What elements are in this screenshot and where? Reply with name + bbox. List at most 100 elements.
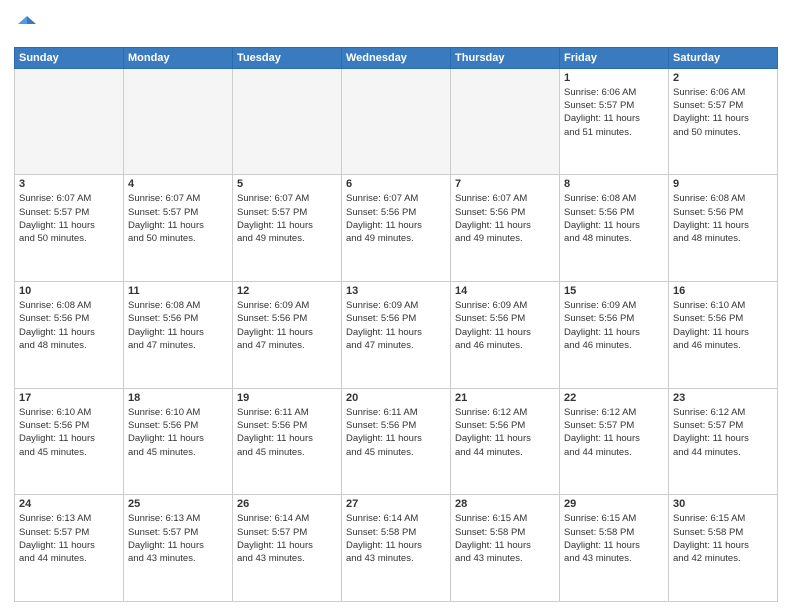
day-info: Sunrise: 6:15 AMSunset: 5:58 PMDaylight:… — [564, 512, 664, 565]
logo — [14, 10, 38, 41]
calendar-cell: 26 Sunrise: 6:14 AMSunset: 5:57 PMDayligh… — [233, 495, 342, 602]
weekday-header: Wednesday — [342, 47, 451, 68]
day-number: 23 — [673, 392, 773, 404]
calendar-cell — [233, 68, 342, 175]
calendar-cell: 5 Sunrise: 6:07 AMSunset: 5:57 PMDaylight… — [233, 175, 342, 282]
calendar-cell: 20 Sunrise: 6:11 AMSunset: 5:56 PMDayligh… — [342, 388, 451, 495]
day-info: Sunrise: 6:13 AMSunset: 5:57 PMDaylight:… — [19, 512, 119, 565]
day-number: 27 — [346, 498, 446, 510]
day-info: Sunrise: 6:08 AMSunset: 5:56 PMDaylight:… — [19, 299, 119, 352]
calendar-cell: 13 Sunrise: 6:09 AMSunset: 5:56 PMDayligh… — [342, 282, 451, 389]
day-info: Sunrise: 6:08 AMSunset: 5:56 PMDaylight:… — [673, 192, 773, 245]
calendar-cell: 8 Sunrise: 6:08 AMSunset: 5:56 PMDaylight… — [560, 175, 669, 282]
calendar-cell — [124, 68, 233, 175]
day-info: Sunrise: 6:12 AMSunset: 5:56 PMDaylight:… — [455, 406, 555, 459]
day-info: Sunrise: 6:12 AMSunset: 5:57 PMDaylight:… — [673, 406, 773, 459]
day-info: Sunrise: 6:07 AMSunset: 5:57 PMDaylight:… — [19, 192, 119, 245]
day-number: 13 — [346, 285, 446, 297]
day-info: Sunrise: 6:06 AMSunset: 5:57 PMDaylight:… — [673, 86, 773, 139]
weekday-header: Tuesday — [233, 47, 342, 68]
day-info: Sunrise: 6:15 AMSunset: 5:58 PMDaylight:… — [455, 512, 555, 565]
day-info: Sunrise: 6:07 AMSunset: 5:56 PMDaylight:… — [455, 192, 555, 245]
calendar-cell: 21 Sunrise: 6:12 AMSunset: 5:56 PMDayligh… — [451, 388, 560, 495]
day-info: Sunrise: 6:09 AMSunset: 5:56 PMDaylight:… — [455, 299, 555, 352]
day-number: 22 — [564, 392, 664, 404]
calendar-cell: 7Sunrise: 6:07 AMSunset: 5:56 PMDaylight… — [451, 175, 560, 282]
calendar-cell: 22Sunrise: 6:12 AMSunset: 5:57 PMDayligh… — [560, 388, 669, 495]
calendar-cell: 27 Sunrise: 6:14 AMSunset: 5:58 PMDayligh… — [342, 495, 451, 602]
day-number: 11 — [128, 285, 228, 297]
day-info: Sunrise: 6:07 AMSunset: 5:57 PMDaylight:… — [237, 192, 337, 245]
day-number: 3 — [19, 178, 119, 190]
calendar-cell: 24 Sunrise: 6:13 AMSunset: 5:57 PMDayligh… — [15, 495, 124, 602]
calendar-week-row: 10Sunrise: 6:08 AMSunset: 5:56 PMDayligh… — [15, 282, 778, 389]
calendar-cell: 9 Sunrise: 6:08 AMSunset: 5:56 PMDaylight… — [669, 175, 778, 282]
day-number: 24 — [19, 498, 119, 510]
day-info: Sunrise: 6:13 AMSunset: 5:57 PMDaylight:… — [128, 512, 228, 565]
logo-flag-icon — [16, 14, 38, 36]
calendar-cell: 15 Sunrise: 6:09 AMSunset: 5:56 PMDayligh… — [560, 282, 669, 389]
day-info: Sunrise: 6:11 AMSunset: 5:56 PMDaylight:… — [346, 406, 446, 459]
day-info: Sunrise: 6:09 AMSunset: 5:56 PMDaylight:… — [564, 299, 664, 352]
day-number: 1 — [564, 72, 664, 84]
day-number: 25 — [128, 498, 228, 510]
calendar-cell: 19 Sunrise: 6:11 AMSunset: 5:56 PMDayligh… — [233, 388, 342, 495]
day-info: Sunrise: 6:11 AMSunset: 5:56 PMDaylight:… — [237, 406, 337, 459]
calendar-cell: 25 Sunrise: 6:13 AMSunset: 5:57 PMDayligh… — [124, 495, 233, 602]
day-number: 26 — [237, 498, 337, 510]
calendar-cell: 3 Sunrise: 6:07 AMSunset: 5:57 PMDaylight… — [15, 175, 124, 282]
day-info: Sunrise: 6:08 AMSunset: 5:56 PMDaylight:… — [564, 192, 664, 245]
weekday-header: Sunday — [15, 47, 124, 68]
calendar-cell: 17Sunrise: 6:10 AMSunset: 5:56 PMDayligh… — [15, 388, 124, 495]
day-number: 30 — [673, 498, 773, 510]
day-info: Sunrise: 6:08 AMSunset: 5:56 PMDaylight:… — [128, 299, 228, 352]
calendar-week-row: 24 Sunrise: 6:13 AMSunset: 5:57 PMDayligh… — [15, 495, 778, 602]
calendar-week-row: 17Sunrise: 6:10 AMSunset: 5:56 PMDayligh… — [15, 388, 778, 495]
calendar-cell: 2 Sunrise: 6:06 AMSunset: 5:57 PMDaylight… — [669, 68, 778, 175]
calendar-week-row: 1 Sunrise: 6:06 AMSunset: 5:57 PMDaylight… — [15, 68, 778, 175]
day-info: Sunrise: 6:15 AMSunset: 5:58 PMDaylight:… — [673, 512, 773, 565]
day-info: Sunrise: 6:07 AMSunset: 5:57 PMDaylight:… — [128, 192, 228, 245]
page: SundayMondayTuesdayWednesdayThursdayFrid… — [0, 0, 792, 612]
day-number: 15 — [564, 285, 664, 297]
day-info: Sunrise: 6:06 AMSunset: 5:57 PMDaylight:… — [564, 86, 664, 139]
day-number: 29 — [564, 498, 664, 510]
calendar-cell: 6Sunrise: 6:07 AMSunset: 5:56 PMDaylight… — [342, 175, 451, 282]
calendar-table: SundayMondayTuesdayWednesdayThursdayFrid… — [14, 47, 778, 602]
calendar-cell: 16Sunrise: 6:10 AMSunset: 5:56 PMDayligh… — [669, 282, 778, 389]
calendar-cell — [15, 68, 124, 175]
day-info: Sunrise: 6:10 AMSunset: 5:56 PMDaylight:… — [128, 406, 228, 459]
day-number: 18 — [128, 392, 228, 404]
day-info: Sunrise: 6:14 AMSunset: 5:57 PMDaylight:… — [237, 512, 337, 565]
weekday-header: Thursday — [451, 47, 560, 68]
weekday-header: Monday — [124, 47, 233, 68]
calendar-cell — [342, 68, 451, 175]
day-info: Sunrise: 6:10 AMSunset: 5:56 PMDaylight:… — [19, 406, 119, 459]
calendar-cell: 28 Sunrise: 6:15 AMSunset: 5:58 PMDayligh… — [451, 495, 560, 602]
day-number: 6 — [346, 178, 446, 190]
day-number: 2 — [673, 72, 773, 84]
day-number: 16 — [673, 285, 773, 297]
day-number: 9 — [673, 178, 773, 190]
day-number: 4 — [128, 178, 228, 190]
day-info: Sunrise: 6:09 AMSunset: 5:56 PMDaylight:… — [346, 299, 446, 352]
calendar-cell: 11 Sunrise: 6:08 AMSunset: 5:56 PMDayligh… — [124, 282, 233, 389]
day-number: 12 — [237, 285, 337, 297]
day-number: 19 — [237, 392, 337, 404]
day-number: 28 — [455, 498, 555, 510]
day-info: Sunrise: 6:09 AMSunset: 5:56 PMDaylight:… — [237, 299, 337, 352]
calendar-cell: 23 Sunrise: 6:12 AMSunset: 5:57 PMDayligh… — [669, 388, 778, 495]
day-number: 20 — [346, 392, 446, 404]
calendar-header-row: SundayMondayTuesdayWednesdayThursdayFrid… — [15, 47, 778, 68]
day-number: 8 — [564, 178, 664, 190]
day-info: Sunrise: 6:14 AMSunset: 5:58 PMDaylight:… — [346, 512, 446, 565]
calendar-cell: 29 Sunrise: 6:15 AMSunset: 5:58 PMDayligh… — [560, 495, 669, 602]
header — [14, 10, 778, 41]
calendar-cell: 14Sunrise: 6:09 AMSunset: 5:56 PMDayligh… — [451, 282, 560, 389]
calendar-cell: 4 Sunrise: 6:07 AMSunset: 5:57 PMDaylight… — [124, 175, 233, 282]
calendar-cell — [451, 68, 560, 175]
weekday-header: Friday — [560, 47, 669, 68]
calendar-week-row: 3 Sunrise: 6:07 AMSunset: 5:57 PMDaylight… — [15, 175, 778, 282]
day-number: 21 — [455, 392, 555, 404]
day-number: 5 — [237, 178, 337, 190]
